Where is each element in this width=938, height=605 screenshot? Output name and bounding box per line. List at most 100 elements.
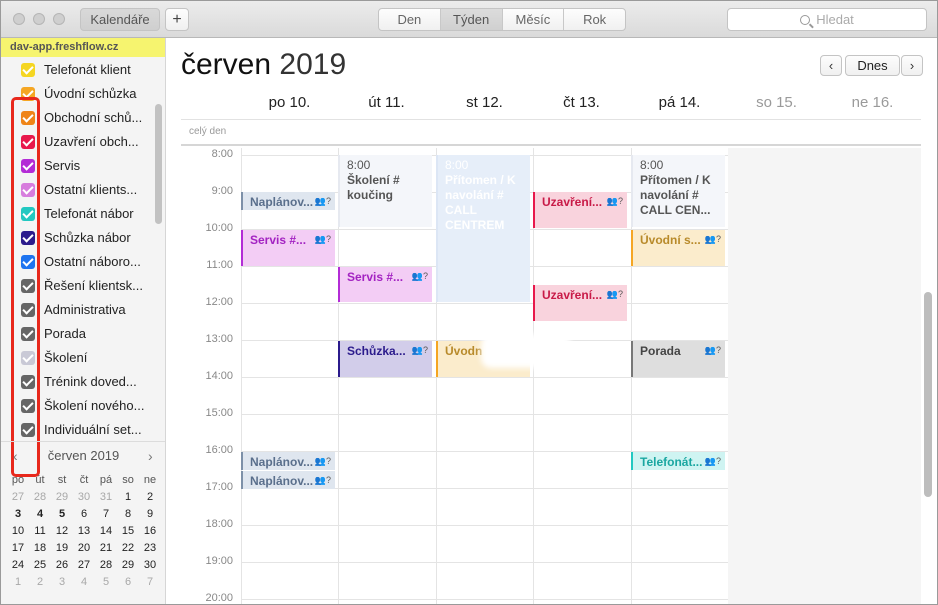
mini-day[interactable]: 3 [51, 574, 73, 591]
mini-day[interactable]: 8 [117, 506, 139, 523]
event-skoleni-tue[interactable]: 8:00 Školení # koučing [338, 155, 432, 227]
calendar-item[interactable]: Školení nového... [21, 394, 151, 418]
calendar-item[interactable]: Administrativa [21, 298, 151, 322]
mini-day[interactable]: 7 [95, 506, 117, 523]
mini-day[interactable]: 25 [29, 557, 51, 574]
calendar-checkbox[interactable] [21, 63, 35, 77]
account-header[interactable]: dav-app.freshflow.cz [1, 38, 165, 57]
mini-day[interactable]: 17 [7, 540, 29, 557]
view-day-tab[interactable]: Den [379, 9, 441, 30]
mini-day[interactable]: 29 [51, 489, 73, 506]
event-callcentrum-fri[interactable]: 8:00 Přítomen / K navolání # CALL CEN... [631, 155, 725, 227]
mini-day[interactable]: 13 [73, 523, 95, 540]
mini-day[interactable]: 21 [95, 540, 117, 557]
mini-dow-label: so [122, 474, 134, 486]
event-uzavreni-thu-1130[interactable]: Uzavření... 👥? [533, 285, 627, 321]
mini-day[interactable]: 5 [95, 574, 117, 591]
calendar-item[interactable]: Telefonát klient [21, 58, 151, 82]
event-telefonat-fri[interactable]: Telefonát... 👥? [631, 452, 725, 470]
mini-day[interactable]: 30 [139, 557, 161, 574]
day-header[interactable]: čt 13. [533, 94, 630, 116]
event-callcentrum-wed[interactable]: 8:00 Přítomen / K navolání # CALL CENTREM [436, 155, 530, 302]
next-week-button[interactable]: › [901, 55, 923, 76]
calendar-item[interactable]: Porada [21, 322, 151, 346]
calendar-item[interactable]: Ostatní klients... [21, 178, 151, 202]
day-header[interactable]: so 15. [728, 94, 825, 116]
calendar-item[interactable]: Řešení klientsk... [21, 274, 151, 298]
mini-day[interactable]: 28 [29, 489, 51, 506]
calendar-item[interactable]: Trénink doved... [21, 370, 151, 394]
view-year-tab[interactable]: Rok [564, 9, 625, 30]
event-planned-mon-0900[interactable]: Naplánov... 👥? [241, 192, 335, 210]
mini-day[interactable]: 27 [73, 557, 95, 574]
prev-week-button[interactable]: ‹ [820, 55, 842, 76]
mini-day[interactable]: 31 [95, 489, 117, 506]
mini-day[interactable]: 3 [7, 506, 29, 523]
mini-day[interactable]: 30 [73, 489, 95, 506]
calendar-item[interactable]: Úvodní schůzka [21, 82, 151, 106]
day-header[interactable]: po 10. [241, 94, 338, 116]
view-month-tab[interactable]: Měsíc [503, 9, 565, 30]
main-scrollbar[interactable] [924, 292, 932, 497]
mini-day[interactable]: 9 [139, 506, 161, 523]
day-header[interactable]: st 12. [436, 94, 533, 116]
mini-day[interactable]: 22 [117, 540, 139, 557]
zoom-window-button[interactable] [53, 13, 65, 25]
add-event-button[interactable]: + [165, 8, 189, 31]
mini-day[interactable]: 24 [7, 557, 29, 574]
calendar-item[interactable]: Uzavření obch... [21, 130, 151, 154]
mini-day[interactable]: 1 [117, 489, 139, 506]
event-planned-mon-1600[interactable]: Naplánov... 👥? [241, 452, 335, 470]
event-porada-fri[interactable]: Porada 👥? [631, 341, 725, 377]
mini-day[interactable]: 28 [95, 557, 117, 574]
mini-day[interactable]: 26 [51, 557, 73, 574]
close-window-button[interactable] [13, 13, 25, 25]
today-button[interactable]: Dnes [845, 55, 900, 76]
day-header[interactable]: út 11. [338, 94, 435, 116]
calendars-button[interactable]: Kalendáře [80, 8, 160, 31]
calendar-item[interactable]: Ostatní nábоro... [21, 250, 151, 274]
mini-day[interactable]: 27 [7, 489, 29, 506]
mini-day[interactable]: 2 [29, 574, 51, 591]
mini-day[interactable]: 12 [51, 523, 73, 540]
mini-day[interactable]: 15 [117, 523, 139, 540]
mini-day[interactable]: 29 [117, 557, 139, 574]
mini-day[interactable]: 20 [73, 540, 95, 557]
event-uzavreni-thu-0900[interactable]: Uzavření... 👥? [533, 192, 627, 228]
time-grid[interactable]: Naplánov... 👥? Servis #... 👥? Naplánov... 👥… [181, 148, 921, 604]
view-week-tab[interactable]: Týden [440, 9, 503, 30]
mini-day[interactable]: 18 [29, 540, 51, 557]
all-day-row[interactable]: celý den [181, 119, 921, 146]
event-uvodni-fri[interactable]: Úvodní s... 👥? [631, 230, 725, 266]
search-field[interactable]: Hledat [727, 8, 927, 31]
mini-day[interactable]: 4 [29, 506, 51, 523]
minimize-window-button[interactable] [33, 13, 45, 25]
mini-day[interactable]: 1 [7, 574, 29, 591]
mini-day[interactable]: 6 [117, 574, 139, 591]
day-header[interactable]: ne 16. [824, 94, 921, 116]
mini-day[interactable]: 2 [139, 489, 161, 506]
mini-day[interactable]: 23 [139, 540, 161, 557]
mini-day[interactable]: 16 [139, 523, 161, 540]
mini-day[interactable]: 19 [51, 540, 73, 557]
calendar-item[interactable]: Telefonát nábor [21, 202, 151, 226]
event-servis-mon[interactable]: Servis #... 👥? [241, 230, 335, 266]
calendar-item[interactable]: Individuální set... [21, 418, 151, 442]
sidebar-scrollbar[interactable] [155, 104, 162, 224]
mini-day[interactable]: 6 [73, 506, 95, 523]
mini-day[interactable]: 11 [29, 523, 51, 540]
event-servis-tue[interactable]: Servis #... 👥? [338, 267, 432, 302]
calendar-item[interactable]: Školení [21, 346, 151, 370]
event-schuzka-tue[interactable]: Schůzka... 👥? [338, 341, 432, 377]
mini-day[interactable]: 14 [95, 523, 117, 540]
calendar-item[interactable]: Schůzka nábor [21, 226, 151, 250]
mini-day[interactable]: 10 [7, 523, 29, 540]
event-planned-mon-1630[interactable]: Naplánov... 👥? [241, 471, 335, 489]
mini-next-month-button[interactable]: › [148, 448, 153, 464]
mini-day[interactable]: 4 [73, 574, 95, 591]
day-header[interactable]: pá 14. [631, 94, 728, 116]
calendar-item[interactable]: Servis [21, 154, 151, 178]
calendar-item[interactable]: Obchodní schů... [21, 106, 151, 130]
mini-day[interactable]: 7 [139, 574, 161, 591]
mini-day[interactable]: 5 [51, 506, 73, 523]
